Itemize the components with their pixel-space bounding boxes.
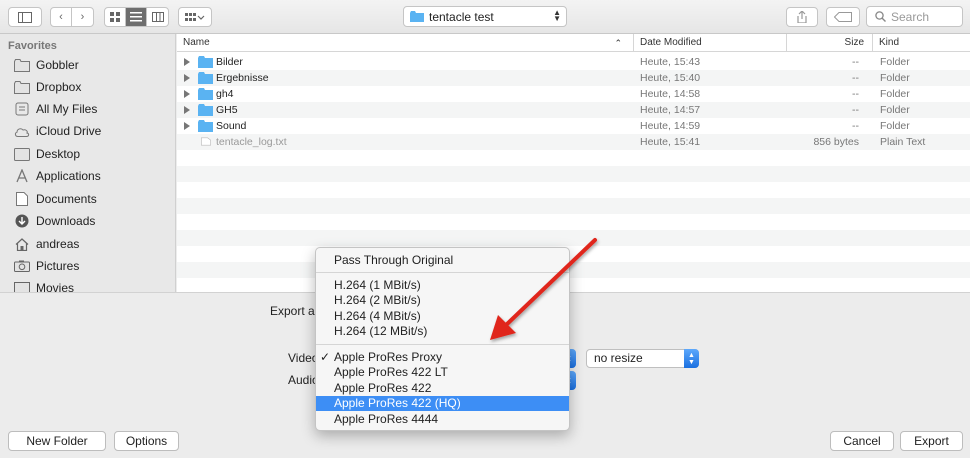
red-arrow-icon xyxy=(490,238,597,340)
